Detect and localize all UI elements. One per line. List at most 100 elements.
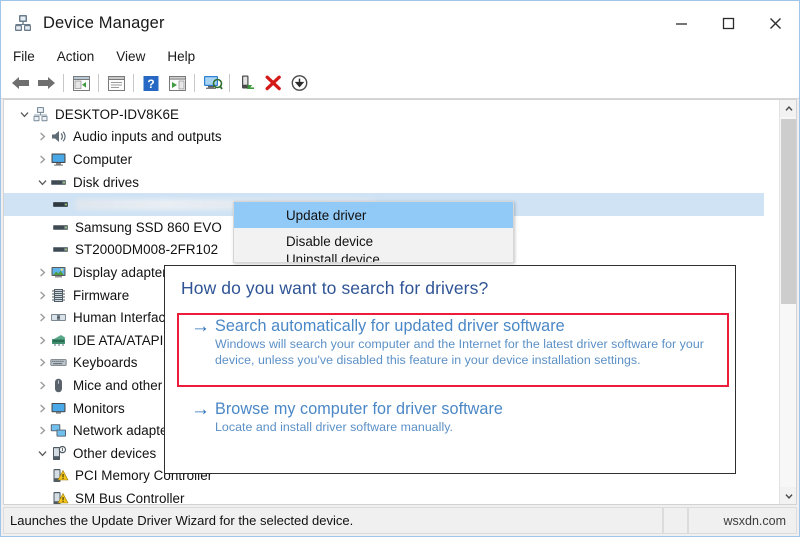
maximize-button[interactable] — [705, 1, 752, 45]
network-icon — [50, 422, 67, 439]
toolbar-separator — [229, 74, 230, 92]
status-message-pane: Launches the Update Driver Wizard for th… — [3, 507, 663, 534]
display-adapter-icon — [50, 264, 67, 281]
chevron-right-icon[interactable] — [34, 355, 50, 371]
device-manager-icon — [13, 13, 33, 33]
help-icon[interactable]: ? — [138, 70, 164, 96]
back-icon[interactable] — [7, 70, 33, 96]
tree-label: Network adapters — [73, 423, 179, 439]
tree-label: DESKTOP-IDV8K6E — [55, 106, 180, 122]
chevron-down-icon[interactable] — [34, 445, 50, 461]
chevron-down-icon[interactable] — [34, 174, 50, 190]
tree-label: Computer — [73, 151, 133, 167]
menu-action[interactable]: Action — [46, 45, 106, 68]
device-manager-window: Device Manager File Action View Help ? D… — [0, 0, 800, 537]
chevron-right-icon[interactable] — [34, 129, 50, 145]
tree-label: Audio inputs and outputs — [73, 129, 222, 145]
warning-device-icon — [52, 490, 69, 504]
toolbar-separator — [133, 74, 134, 92]
watermark-pane: wsxdn.com — [688, 507, 797, 534]
window-controls — [658, 1, 799, 45]
option-description: Locate and install driver software manua… — [215, 420, 454, 434]
tree-label: Disk drives — [73, 174, 140, 190]
chevron-right-icon[interactable] — [34, 310, 50, 326]
computer-root-icon — [32, 106, 49, 123]
tree-label: Monitors — [73, 400, 125, 416]
option-title: Browse my computer for driver software — [215, 400, 503, 418]
context-menu-item-disable-device[interactable]: Disable device — [234, 228, 513, 254]
dialog-heading: How do you want to search for drivers? — [181, 278, 489, 298]
svg-text:?: ? — [147, 76, 154, 90]
monitor-icon — [50, 400, 67, 417]
tree-row-root[interactable]: DESKTOP-IDV8K6E — [4, 103, 764, 126]
disable-device-icon[interactable] — [260, 70, 286, 96]
status-message: Launches the Update Driver Wizard for th… — [10, 513, 354, 528]
status-secondary-pane — [663, 507, 688, 534]
toolbar-separator — [63, 74, 64, 92]
enable-device-icon[interactable] — [286, 70, 312, 96]
tree-row-disk-drives[interactable]: Disk drives — [4, 171, 764, 194]
chevron-right-icon[interactable] — [34, 287, 50, 303]
chevron-right-icon[interactable] — [34, 377, 50, 393]
disk-icon — [52, 219, 69, 236]
title-bar: Device Manager — [1, 1, 799, 45]
tree-label: Display adapters — [73, 264, 174, 280]
show-hide-console-tree-icon[interactable] — [68, 70, 94, 96]
uninstall-device-icon[interactable] — [234, 70, 260, 96]
speaker-icon — [50, 128, 67, 145]
menu-view[interactable]: View — [105, 45, 156, 68]
context-menu-item-update-driver[interactable]: Update driver — [234, 202, 513, 228]
firmware-icon — [50, 287, 67, 304]
window-title: Device Manager — [43, 13, 165, 32]
ide-icon — [50, 332, 67, 349]
chevron-right-icon[interactable] — [34, 151, 50, 167]
keyboard-icon — [50, 354, 67, 371]
menu-file[interactable]: File — [1, 45, 46, 68]
hid-icon — [50, 309, 67, 326]
update-driver-icon[interactable] — [164, 70, 190, 96]
tree-label: Firmware — [73, 287, 130, 303]
context-menu-item-uninstall-device[interactable]: Uninstall device — [234, 254, 513, 262]
tree-label: SM Bus Controller — [75, 490, 185, 505]
scroll-down-arrow-icon[interactable] — [780, 487, 796, 504]
scan-hardware-changes-icon[interactable] — [199, 70, 225, 96]
arrow-right-icon: → — [191, 316, 210, 337]
chevron-right-icon[interactable] — [34, 264, 50, 280]
minimize-button[interactable] — [658, 1, 705, 45]
scroll-up-arrow-icon[interactable] — [780, 100, 796, 117]
option-browse-my-computer[interactable]: → Browse my computer for driver software… — [183, 399, 723, 436]
warning-device-icon — [52, 467, 69, 484]
tree-vertical-scrollbar[interactable] — [779, 100, 796, 504]
status-bar: Launches the Update Driver Wizard for th… — [3, 507, 797, 534]
close-button[interactable] — [752, 1, 799, 45]
watermark-text: wsxdn.com — [723, 513, 786, 528]
tree-label: ST2000DM008-2FR102 — [75, 242, 219, 258]
toolbar-separator — [194, 74, 195, 92]
disk-icon — [52, 196, 69, 213]
tree-label: Samsung SSD 860 EVO — [75, 219, 222, 235]
chevron-right-icon[interactable] — [34, 332, 50, 348]
mouse-icon — [50, 377, 67, 394]
option-description: Windows will search your computer and th… — [215, 337, 704, 367]
menu-bar: File Action View Help — [1, 45, 799, 69]
chevron-right-icon[interactable] — [34, 423, 50, 439]
tree-row-computer[interactable]: Computer — [4, 148, 764, 171]
context-menu: Update driver Disable device Uninstall d… — [233, 201, 514, 263]
tree-row-sm-bus-controller[interactable]: SM Bus Controller — [4, 487, 764, 505]
option-search-automatically[interactable]: → Search automatically for updated drive… — [183, 316, 723, 368]
option-title: Search automatically for updated driver … — [215, 317, 565, 335]
tree-label: Other devices — [73, 445, 157, 461]
menu-help[interactable]: Help — [156, 45, 206, 68]
tree-label: Keyboards — [73, 355, 138, 371]
monitor-icon — [50, 151, 67, 168]
tree-row-audio[interactable]: Audio inputs and outputs — [4, 126, 764, 149]
scrollbar-thumb[interactable] — [781, 119, 796, 304]
properties-icon[interactable] — [103, 70, 129, 96]
chevron-right-icon[interactable] — [34, 400, 50, 416]
disk-icon — [52, 241, 69, 258]
forward-icon[interactable] — [33, 70, 59, 96]
disk-icon — [50, 174, 67, 191]
other-device-icon — [50, 445, 67, 462]
update-driver-wizard-dialog: How do you want to search for drivers? →… — [164, 265, 736, 474]
chevron-down-icon[interactable] — [16, 106, 32, 122]
